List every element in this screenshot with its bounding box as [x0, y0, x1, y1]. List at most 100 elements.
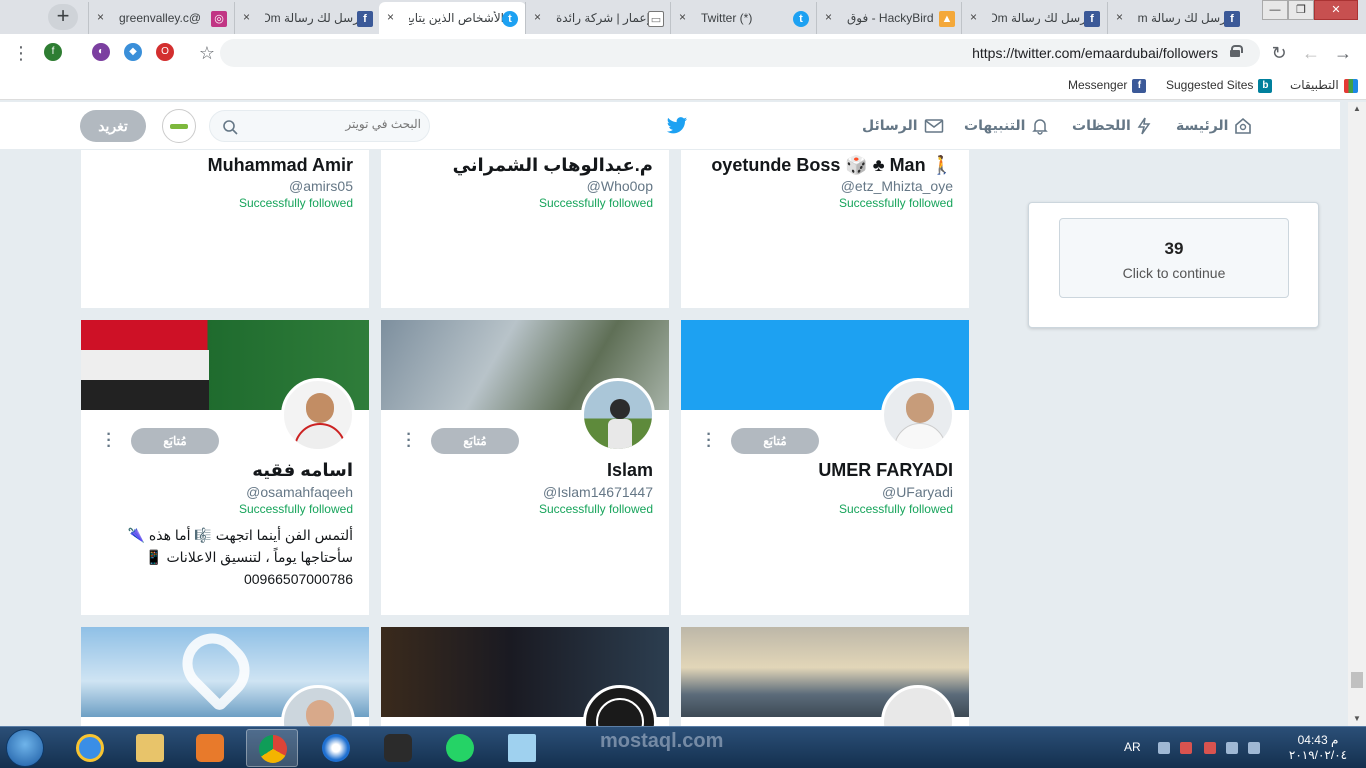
- close-tab-icon[interactable]: ×: [534, 10, 541, 24]
- user-card[interactable]: مُتابَع · · · اسامه فقيه @osamahfaqeeh Suc…: [81, 320, 369, 615]
- user-handle[interactable]: @etz_Mhizta_oye: [841, 178, 953, 194]
- url-text[interactable]: https://twitter.com/emaardubai/followers: [972, 45, 1218, 61]
- browser-tab[interactable]: × إعمار | شركة رائدة ▭: [525, 2, 672, 34]
- more-options-icon[interactable]: · · ·: [705, 427, 713, 455]
- opera-icon[interactable]: O: [156, 43, 174, 61]
- close-tab-icon[interactable]: ×: [970, 10, 977, 24]
- close-tab-icon[interactable]: ×: [387, 10, 394, 24]
- volume-icon[interactable]: [1248, 742, 1260, 754]
- following-button[interactable]: مُتابَع: [131, 428, 219, 454]
- language-indicator[interactable]: AR: [1124, 740, 1141, 754]
- user-card[interactable]: مُتابَع · · · UMER FARYADI @UFaryadi Succe…: [681, 320, 969, 615]
- nav-messages[interactable]: الرسائل: [862, 117, 944, 134]
- user-handle[interactable]: @Who0op: [587, 178, 653, 194]
- user-name[interactable]: Muhammad Amir: [208, 155, 353, 176]
- media-player-icon[interactable]: [184, 729, 236, 767]
- avatar[interactable]: [581, 378, 655, 452]
- extension-purple-icon[interactable]: ◐: [92, 43, 110, 61]
- tab-title: رسل لك رسالة Om: [992, 11, 1086, 25]
- user-card[interactable]: [81, 627, 369, 726]
- browser-tab[interactable]: × رسل لك رسالة Om f: [1107, 2, 1248, 34]
- folder-icon[interactable]: [124, 729, 176, 767]
- user-card[interactable]: Muhammad Amir @amirs05 Successfully foll…: [81, 150, 369, 308]
- bookmark-star-icon[interactable]: ☆: [196, 42, 218, 64]
- whatsapp-icon[interactable]: [434, 729, 486, 767]
- user-card[interactable]: [381, 627, 669, 726]
- scroll-up-arrow-icon[interactable]: ▲: [1352, 104, 1362, 113]
- nav-notifications-label: التنبيهات: [964, 117, 1026, 133]
- reload-icon[interactable]: ↻: [1268, 42, 1290, 64]
- user-handle[interactable]: @osamahfaqeeh: [246, 484, 353, 500]
- user-card[interactable]: م.عبدالوهاب الشمراني @Who0op Successfull…: [381, 150, 669, 308]
- more-options-icon[interactable]: · · ·: [105, 427, 113, 455]
- bookmark-messenger[interactable]: Messenger f: [1068, 78, 1147, 93]
- search-icon[interactable]: [222, 119, 238, 135]
- new-tab-button[interactable]: +: [48, 4, 78, 30]
- user-name[interactable]: UMER FARYADI: [818, 460, 953, 481]
- user-handle[interactable]: @amirs05: [289, 178, 353, 194]
- scrollbar-thumb[interactable]: [1351, 672, 1363, 688]
- nav-moments[interactable]: اللحظات: [1072, 117, 1151, 135]
- internet-explorer-icon[interactable]: [64, 729, 116, 767]
- avatar[interactable]: [162, 109, 196, 143]
- twitter-bird-icon[interactable]: [666, 116, 688, 141]
- back-arrow-icon[interactable]: ←: [1300, 42, 1322, 64]
- close-tab-icon[interactable]: ×: [825, 10, 832, 24]
- tweet-button[interactable]: تغريد: [80, 110, 146, 142]
- continue-button[interactable]: 39 Click to continue: [1059, 218, 1289, 298]
- search-box[interactable]: [209, 110, 430, 142]
- chrome-icon[interactable]: [246, 729, 298, 767]
- browser-tab-active[interactable]: × الأشخاص الذين يتابع t: [379, 2, 526, 34]
- avatar-face: [306, 700, 334, 726]
- vertical-scrollbar[interactable]: ▲ ▼: [1348, 102, 1366, 726]
- forward-arrow-icon[interactable]: →: [1332, 42, 1354, 64]
- close-tab-icon[interactable]: ×: [1116, 10, 1123, 24]
- user-card[interactable]: مُتابَع · · · Islam @Islam14671447 Success…: [381, 320, 669, 615]
- following-button[interactable]: مُتابَع: [731, 428, 819, 454]
- extension-f-icon[interactable]: f: [44, 43, 62, 61]
- browser-tab[interactable]: × رسل لك رسالة Om f: [961, 2, 1108, 34]
- network-icon[interactable]: [1180, 742, 1192, 754]
- avatar[interactable]: [881, 378, 955, 452]
- bookmark-apps[interactable]: التطبيقات: [1290, 78, 1358, 93]
- menu-icon[interactable]: ⋮: [10, 42, 32, 64]
- security-icon[interactable]: [1204, 742, 1216, 754]
- user-name[interactable]: Islam: [607, 460, 653, 481]
- address-bar[interactable]: https://twitter.com/emaardubai/followers: [220, 39, 1260, 67]
- nav-notifications[interactable]: التنبيهات: [964, 117, 1049, 135]
- maximize-button[interactable]: ❐: [1288, 0, 1314, 20]
- minimize-button[interactable]: —: [1262, 0, 1288, 20]
- browser-tab[interactable]: × HackyBird - فوق ▲: [816, 2, 963, 34]
- scroll-down-arrow-icon[interactable]: ▼: [1352, 714, 1362, 723]
- notes-icon[interactable]: [496, 729, 548, 767]
- bookmark-suggested-sites[interactable]: Suggested Sites b: [1166, 78, 1273, 93]
- user-name[interactable]: م.عبدالوهاب الشمراني: [453, 155, 653, 176]
- user-card[interactable]: 🚶 oyetunde Boss 🎲 ♣ Man @etz_Mhizta_oye …: [681, 150, 969, 308]
- close-tab-icon[interactable]: ×: [679, 10, 686, 24]
- close-tab-icon[interactable]: ×: [243, 10, 250, 24]
- close-tab-icon[interactable]: ×: [97, 10, 104, 24]
- extension-blue-icon[interactable]: ◆: [124, 43, 142, 61]
- browser-tab[interactable]: × رسل لك رسالة Om f: [234, 2, 381, 34]
- lock-icon[interactable]: [1230, 45, 1243, 57]
- user-card[interactable]: [681, 627, 969, 726]
- following-button[interactable]: مُتابَع: [431, 428, 519, 454]
- user-name[interactable]: 🚶 oyetunde Boss 🎲 ♣ Man: [711, 155, 953, 176]
- nox-icon[interactable]: [372, 729, 424, 767]
- more-options-icon[interactable]: · · ·: [405, 427, 413, 455]
- tray-arrow-icon[interactable]: [1158, 742, 1170, 754]
- search-input[interactable]: [246, 117, 421, 131]
- close-window-button[interactable]: ✕: [1314, 0, 1358, 20]
- continue-count: 39: [1164, 239, 1184, 258]
- user-name[interactable]: اسامه فقيه: [252, 460, 353, 481]
- start-button[interactable]: [6, 729, 44, 767]
- user-handle[interactable]: @Islam14671447: [543, 484, 653, 500]
- browser-tab[interactable]: × (*) Twitter t: [670, 2, 817, 34]
- signal-icon[interactable]: [1226, 742, 1238, 754]
- app-blue-icon[interactable]: [310, 729, 362, 767]
- browser-tab[interactable]: × @greenvalley.c ◎: [88, 2, 235, 34]
- avatar[interactable]: [281, 378, 355, 452]
- clock[interactable]: 04:43 م ٢٠١٩/٠٢/٠٤: [1278, 733, 1358, 763]
- nav-home[interactable]: الرئيسة: [1176, 117, 1252, 135]
- user-handle[interactable]: @UFaryadi: [882, 484, 953, 500]
